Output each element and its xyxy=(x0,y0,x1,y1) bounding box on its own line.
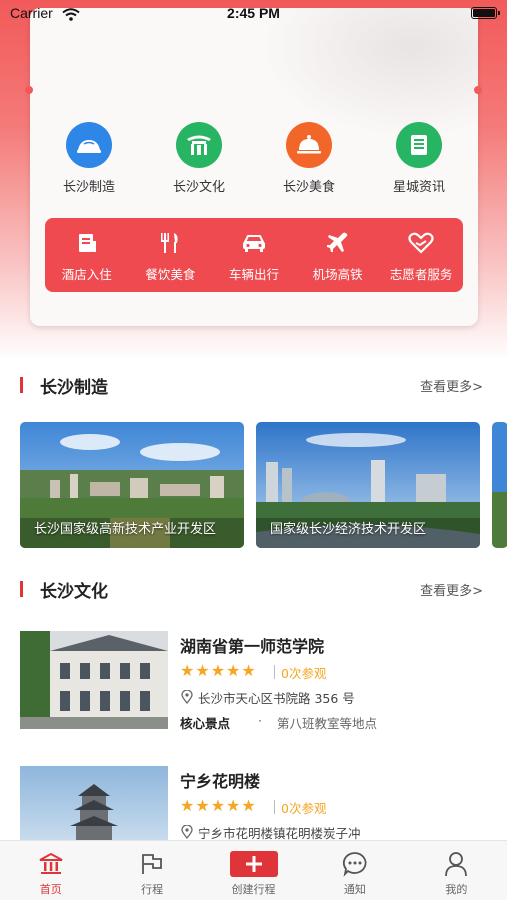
see-more-link[interactable]: 查看更多> xyxy=(420,376,483,395)
service-car[interactable]: 车辆出行 xyxy=(212,218,296,292)
plane-icon xyxy=(296,230,380,256)
service-label: 车辆出行 xyxy=(228,267,279,282)
service-label: 餐饮美食 xyxy=(145,267,196,282)
item-title: 宁乡花明楼 xyxy=(180,772,261,791)
list-item[interactable]: 湖南省第一师范学院 ★★★★★ 0次参观 长沙市天心区书院路 356 号 核心景… xyxy=(20,631,490,731)
tile-caption: 国家级长沙经济技术开发区 xyxy=(270,522,427,537)
rating-stars: ★★★★★ xyxy=(180,661,257,680)
category-label: 长沙制造 xyxy=(62,180,115,195)
service-label: 机场高铁 xyxy=(312,267,363,282)
park-photo xyxy=(492,422,507,548)
park-card[interactable]: 国家级长沙经济技术开发区 xyxy=(256,422,480,548)
park-card[interactable]: 长沙国家级高新技术产业开发区 xyxy=(20,422,244,548)
battery-icon xyxy=(471,7,500,19)
clock: 2:45 PM xyxy=(227,5,280,21)
tile-caption: 长沙国家级高新技术产业开发区 xyxy=(34,522,217,537)
tab-label: 创建行程 xyxy=(231,883,276,896)
location-pin-icon xyxy=(181,689,193,708)
school-photo xyxy=(20,631,168,729)
category-label: 星城资讯 xyxy=(392,180,445,195)
section-title: 长沙文化 xyxy=(40,582,108,602)
tab-bar: 首页 行程 创建行程 通知 我的 xyxy=(0,840,507,900)
section-header-culture: 长沙文化 查看更多> xyxy=(0,574,507,604)
section-marker xyxy=(20,377,23,393)
rating-stars: ★★★★★ xyxy=(180,796,257,815)
gate-icon xyxy=(176,122,222,168)
tab-create-itinerary[interactable]: 创建行程 xyxy=(203,841,304,900)
category-manufacturing[interactable]: 长沙制造 xyxy=(34,120,144,195)
sight-list: 第八班教室等地点 xyxy=(277,716,378,731)
address: 长沙市天心区书院路 356 号 xyxy=(198,691,355,706)
service-label: 志愿者服务 xyxy=(389,267,453,282)
service-hotel[interactable]: 酒店入住 xyxy=(45,218,129,292)
section-marker xyxy=(20,581,23,597)
sight-label: 核心景点 xyxy=(180,716,231,731)
card-notch-left xyxy=(25,86,33,94)
tab-profile[interactable]: 我的 xyxy=(406,841,507,900)
tab-label: 我的 xyxy=(445,883,468,896)
dish-icon xyxy=(286,122,332,168)
service-airport-rail[interactable]: 机场高铁 xyxy=(296,218,380,292)
category-row: 长沙制造 长沙文化 长沙美食 星城资讯 xyxy=(30,120,478,195)
visit-count: 0次参观 xyxy=(281,801,327,816)
manufacturing-carousel[interactable]: 长沙国家级高新技术产业开发区 国家级长沙经济技术开发区 xyxy=(20,422,507,548)
category-news[interactable]: 星城资讯 xyxy=(364,120,474,195)
park-card-peek[interactable] xyxy=(492,422,507,548)
flag-icon xyxy=(101,851,202,877)
category-label: 长沙文化 xyxy=(172,180,225,195)
tab-itinerary[interactable]: 行程 xyxy=(101,841,202,900)
category-culture[interactable]: 长沙文化 xyxy=(144,120,254,195)
fork-knife-icon xyxy=(129,230,213,256)
chat-icon xyxy=(304,851,405,877)
sight-separator: · xyxy=(258,713,262,728)
service-volunteer[interactable]: 志愿者服务 xyxy=(379,218,463,292)
factory-icon xyxy=(66,122,112,168)
news-icon xyxy=(396,122,442,168)
plus-icon xyxy=(203,851,304,877)
tab-label: 通知 xyxy=(343,883,366,896)
tab-home[interactable]: 首页 xyxy=(0,841,101,900)
section-title: 长沙制造 xyxy=(40,378,108,398)
tab-label: 行程 xyxy=(141,883,164,896)
section-header-manufacturing: 长沙制造 查看更多> xyxy=(0,370,507,400)
home-icon xyxy=(0,851,101,877)
services-bar: 酒店入住 餐饮美食 车辆出行 机场高铁 志愿者服务 xyxy=(45,218,463,292)
category-food[interactable]: 长沙美食 xyxy=(254,120,364,195)
hotel-icon xyxy=(45,230,129,256)
category-label: 长沙美食 xyxy=(282,180,335,195)
service-dining[interactable]: 餐饮美食 xyxy=(129,218,213,292)
see-more-link[interactable]: 查看更多> xyxy=(420,580,483,599)
item-title: 湖南省第一师范学院 xyxy=(180,637,325,656)
visit-count: 0次参观 xyxy=(281,666,327,681)
divider xyxy=(274,800,275,814)
tab-label: 首页 xyxy=(39,883,62,896)
status-bar: Carrier 2:45 PM xyxy=(0,0,507,28)
heart-hands-icon xyxy=(379,230,463,256)
tab-notifications[interactable]: 通知 xyxy=(304,841,405,900)
service-label: 酒店入住 xyxy=(61,267,112,282)
car-icon xyxy=(212,230,296,256)
card-notch-right xyxy=(474,86,482,94)
divider xyxy=(274,665,275,679)
user-icon xyxy=(406,851,507,877)
